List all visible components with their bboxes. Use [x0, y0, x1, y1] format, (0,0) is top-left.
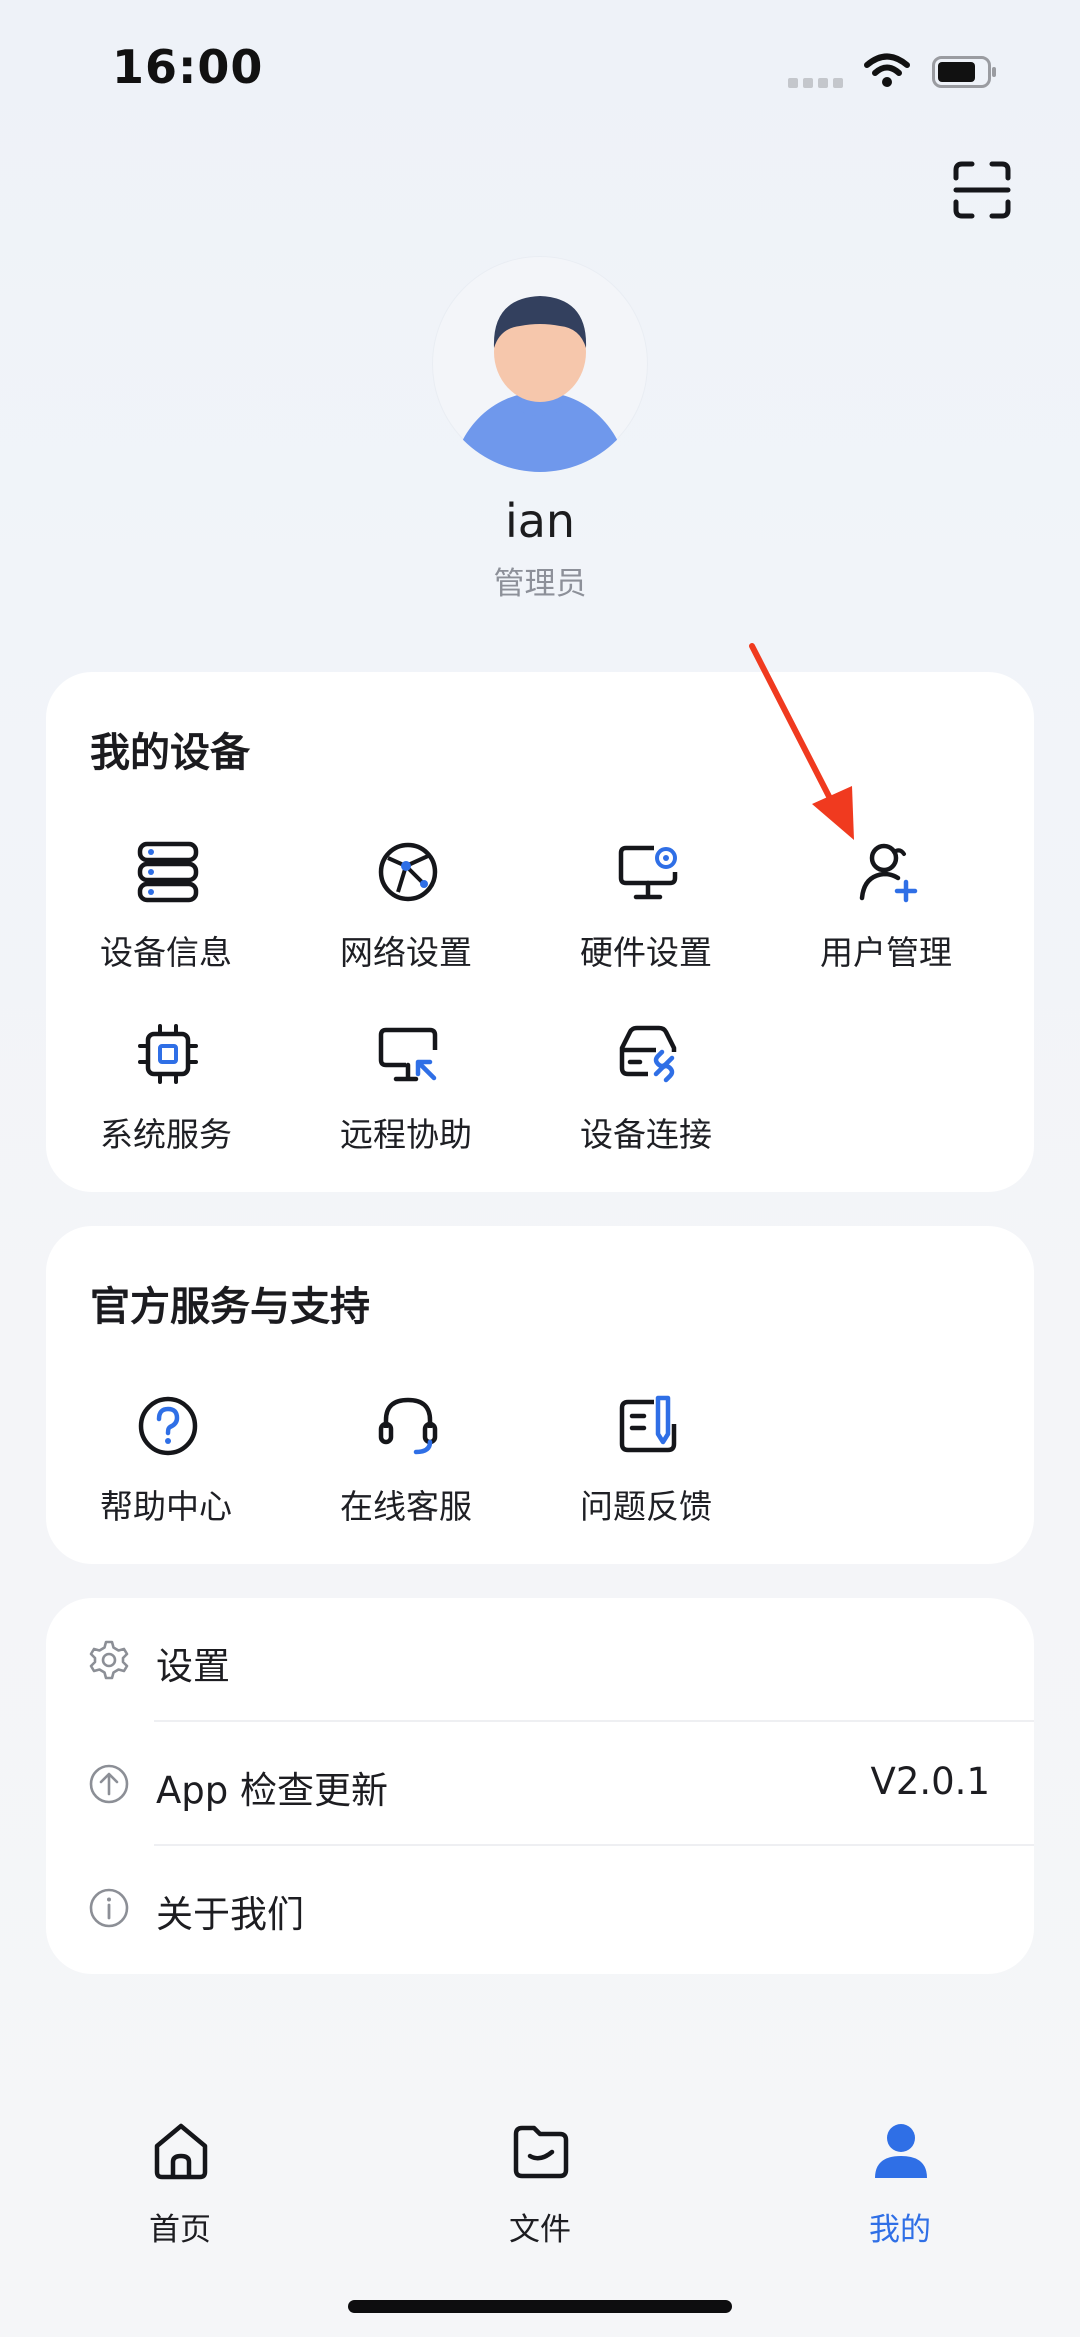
tile-label: 在线客服 [340, 1487, 472, 1526]
feedback-note-icon [619, 1395, 677, 1453]
tile-online-service[interactable]: 在线客服 [286, 1394, 526, 1544]
tab-label: 文件 [509, 2212, 571, 2248]
home-indicator[interactable] [348, 2300, 732, 2313]
gear-icon [89, 1640, 129, 1680]
settings-list-card: 设置 App 检查更新 V2.0.1 关于我们 [46, 1598, 1034, 1974]
drive-link-icon [619, 1025, 677, 1083]
scan-icon[interactable] [952, 160, 1012, 220]
remote-desktop-icon [378, 1027, 438, 1082]
server-stack-icon [137, 841, 199, 903]
annotation-arrow-icon [749, 643, 854, 840]
settings-row[interactable]: 设置 [46, 1598, 1034, 1720]
about-us-label: 关于我们 [156, 1893, 304, 1936]
my-devices-title: 我的设备 [90, 730, 250, 776]
tile-label: 用户管理 [820, 933, 952, 972]
tile-user-management[interactable]: 用户管理 [766, 840, 1006, 990]
tile-label: 设备信息 [100, 933, 232, 972]
person-icon [875, 2124, 927, 2178]
user-avatar-icon [452, 296, 628, 472]
network-globe-icon [378, 842, 438, 902]
tab-mine[interactable]: 我的 [800, 2120, 1000, 2250]
status-time: 16:00 [112, 40, 264, 94]
tile-feedback[interactable]: 问题反馈 [526, 1394, 766, 1544]
tab-label: 首页 [149, 2212, 211, 2248]
user-add-icon [859, 843, 918, 903]
cellular-signal-icon [788, 78, 844, 88]
tile-label: 远程协助 [340, 1115, 472, 1154]
about-us-row[interactable]: 关于我们 [46, 1846, 1034, 1968]
tile-network-settings[interactable]: 网络设置 [286, 840, 526, 990]
check-update-label: App 检查更新 [156, 1769, 389, 1812]
support-card: 官方服务与支持 帮助中心 在线客服 问题反馈 [46, 1226, 1034, 1564]
cpu-chip-icon [138, 1024, 198, 1084]
tab-files[interactable]: 文件 [440, 2120, 640, 2250]
tile-system-services[interactable]: 系统服务 [46, 1022, 286, 1172]
app-version: V2.0.1 [870, 1760, 990, 1803]
help-circle-icon [138, 1396, 198, 1456]
tile-remote-assist[interactable]: 远程协助 [286, 1022, 526, 1172]
tile-device-info[interactable]: 设备信息 [46, 840, 286, 990]
support-title: 官方服务与支持 [90, 1284, 370, 1330]
tile-label: 帮助中心 [100, 1487, 232, 1526]
monitor-gear-icon [618, 845, 678, 900]
wifi-icon [864, 53, 910, 87]
tab-home[interactable]: 首页 [80, 2120, 280, 2250]
tile-label: 系统服务 [100, 1115, 232, 1154]
user-name: ian [504, 494, 576, 548]
user-role: 管理员 [493, 566, 587, 602]
tab-label: 我的 [869, 2212, 931, 2248]
battery-icon [932, 56, 996, 88]
home-icon [154, 2123, 208, 2180]
tile-device-connection[interactable]: 设备连接 [526, 1022, 766, 1172]
headset-icon [378, 1397, 438, 1455]
info-circle-icon [89, 1888, 129, 1928]
tile-label: 问题反馈 [580, 1487, 712, 1526]
avatar[interactable] [432, 256, 648, 472]
tile-hardware-settings[interactable]: 硬件设置 [526, 840, 766, 990]
my-devices-card: 我的设备 设备信息 网络设置 硬件设置 用户管理 系统服务 远程协助 设备连接 [46, 672, 1034, 1192]
upload-circle-icon [89, 1764, 129, 1804]
folder-icon [513, 2125, 569, 2179]
check-update-row[interactable]: App 检查更新 V2.0.1 [46, 1722, 1034, 1844]
settings-label: 设置 [156, 1645, 230, 1688]
tile-label: 网络设置 [340, 933, 472, 972]
tile-label: 设备连接 [580, 1115, 712, 1154]
tile-label: 硬件设置 [580, 933, 712, 972]
tile-help-center[interactable]: 帮助中心 [46, 1394, 286, 1544]
